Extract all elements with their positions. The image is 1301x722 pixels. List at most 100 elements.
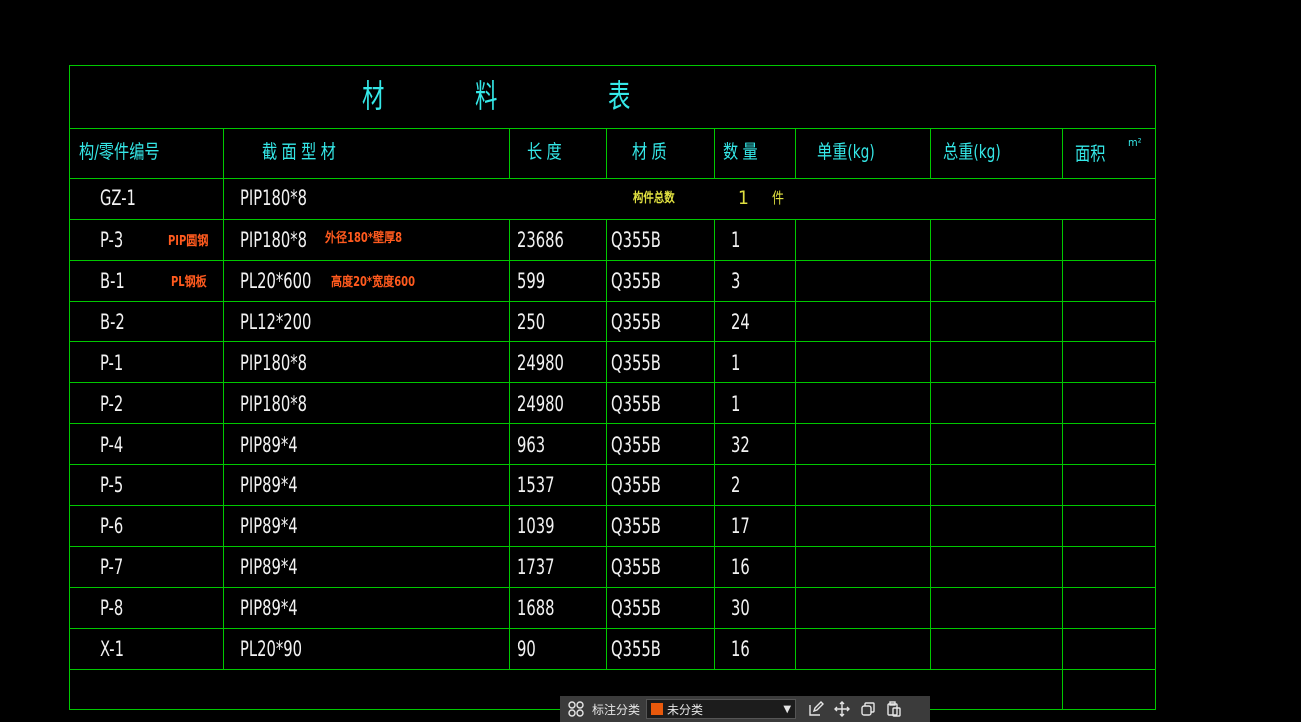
annotation-p3-desc: 外径180*壁厚8 [325,231,403,246]
cell-quantity: 16 [731,555,750,580]
cell-length: 90 [517,637,536,661]
cell-part-no: P-1 [100,350,124,375]
grid-vline [930,219,931,669]
header-area-unit: m² [1128,136,1142,149]
grid-vline [1062,219,1063,710]
cell-quantity: 1 [731,391,741,416]
cell-length: 963 [517,432,546,457]
copy-icon[interactable] [858,699,878,719]
grid-hline [69,219,1156,220]
cell-section: PIP89*4 [240,596,298,621]
grid-hline [69,382,1156,383]
grid-vline [606,219,607,669]
cell-part-no: P-8 [100,596,124,621]
cell-quantity: 1 [731,350,741,375]
cell-section: PIP89*4 [240,473,298,498]
grid-hline [69,505,1156,506]
header-length: 长 度 [527,141,562,163]
grid-hline [69,464,1156,465]
selected-category: 未分类 [667,702,704,717]
cell-section: PL20*600 [240,268,312,293]
cell-length: 599 [517,268,546,293]
grid-hline [69,260,1156,261]
paste-icon[interactable] [884,699,904,719]
cell-section: PIP180*8 [240,391,307,416]
cell-material: Q355B [611,432,661,457]
title-char-1: 材 [362,77,385,115]
grid-hline [69,669,1156,670]
grid-vline [223,128,224,669]
grid-vline [930,128,931,178]
header-section: 截 面 型 材 [262,141,336,163]
cell-part-no: B-2 [100,309,125,334]
cell-material: Q355B [611,514,661,539]
grid-hline [69,587,1156,588]
header-total-weight: 总重(kg) [943,141,1001,163]
cell-part-no: X-1 [100,637,124,661]
cell-length: 24980 [517,391,564,416]
cell-quantity: 30 [731,596,750,621]
header-material: 材 质 [632,141,667,163]
cell-part-no: P-3 [100,228,124,252]
summary-label: 构件总数 [633,191,675,206]
move-icon[interactable] [832,699,852,719]
edit-icon[interactable] [806,699,826,719]
summary-count: 1 [738,187,749,209]
cell-material: Q355B [611,637,661,661]
cell-part-no: P-5 [100,473,124,498]
cell-quantity: 24 [731,309,750,334]
cell-quantity: 16 [731,637,750,661]
grid-vline [509,219,510,669]
grid-hline [69,628,1156,629]
grid-hline [69,178,1156,179]
annotation-b1-type: PL钢板 [171,275,207,290]
cell-length: 1737 [517,555,555,580]
cell-material: Q355B [611,268,661,293]
cell-part-no: P-7 [100,555,124,580]
cell-length: 1688 [517,596,555,621]
grid-hline [69,341,1156,342]
header-area: 面积 [1075,143,1106,165]
cell-material: Q355B [611,228,661,252]
grid-hline [69,301,1156,302]
grid-hline [69,546,1156,547]
cell-material: Q355B [611,350,661,375]
category-label: 标注分类 [592,702,641,717]
cell-quantity: 2 [731,473,741,498]
category-select[interactable]: 未分类 ▼ [646,699,797,719]
cell-length: 23686 [517,228,564,252]
annotation-p3-type: PIP圆钢 [168,234,209,249]
cell-section: PL12*200 [240,309,312,334]
title-char-3: 表 [608,77,631,115]
cell-length: 250 [517,309,546,334]
cell-part-no: P-4 [100,432,124,457]
cell-part-no: P-2 [100,391,124,416]
cell-section: PL20*90 [240,637,302,661]
chevron-down-icon: ▼ [783,703,792,715]
title-char-2: 料 [475,77,498,115]
summary-section: PIP180*8 [240,186,307,210]
grid-hline [69,423,1156,424]
cell-section: PIP180*8 [240,228,307,252]
annotation-b1-desc: 高度20*宽度600 [331,275,415,290]
cell-section: PIP89*4 [240,555,298,580]
cell-length: 1039 [517,514,555,539]
header-part-no: 构/零件编号 [79,141,160,163]
grid-vline [714,128,715,178]
grid-icon[interactable] [566,699,586,719]
cell-quantity: 32 [731,432,750,457]
annotation-toolbar: 标注分类 未分类 ▼ [560,696,930,722]
grid-hline [69,128,1156,129]
cell-section: PIP89*4 [240,514,298,539]
cell-material: Q355B [611,391,661,416]
cell-section: PIP89*4 [240,432,298,457]
summary-part-no: GZ-1 [100,186,136,210]
grid-vline [714,219,715,669]
cell-length: 24980 [517,350,564,375]
cell-material: Q355B [611,596,661,621]
cell-quantity: 3 [731,268,741,293]
cad-drawing-canvas[interactable]: 材 料 表 构/零件编号 截 面 型 材 长 度 材 质 数 量 单重(kg) … [0,0,1301,722]
category-color-swatch [651,703,664,715]
header-unit-weight: 单重(kg) [817,141,875,163]
cell-material: Q355B [611,309,661,334]
